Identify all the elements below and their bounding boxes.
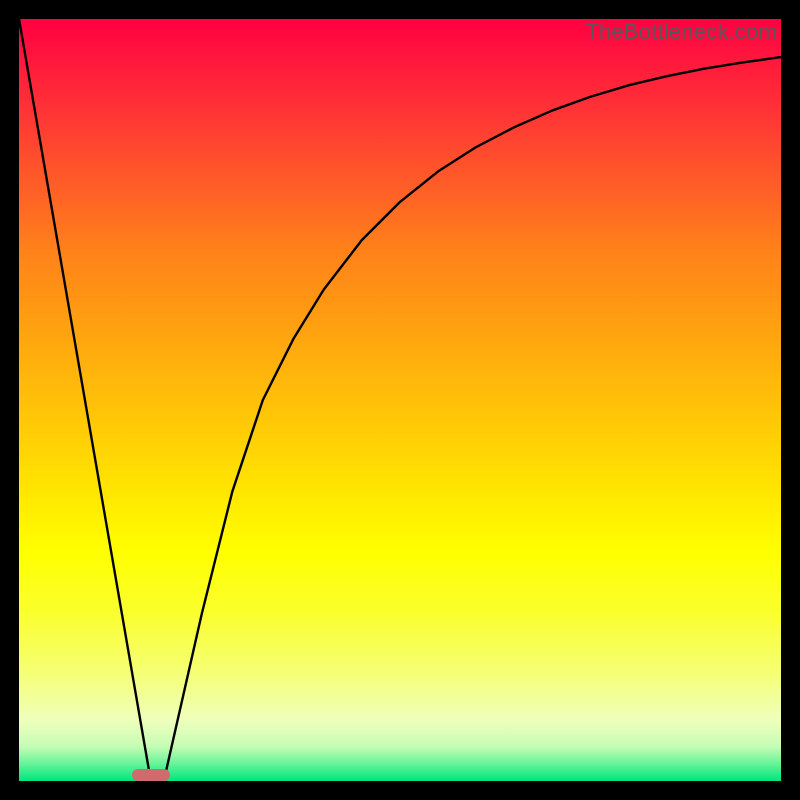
chart-frame: TheBottleneck.com	[0, 0, 800, 800]
plot-area: TheBottleneck.com	[19, 19, 781, 781]
sweet-spot-marker	[132, 769, 170, 781]
bottleneck-curve	[19, 19, 781, 781]
watermark-label: TheBottleneck.com	[585, 19, 777, 45]
